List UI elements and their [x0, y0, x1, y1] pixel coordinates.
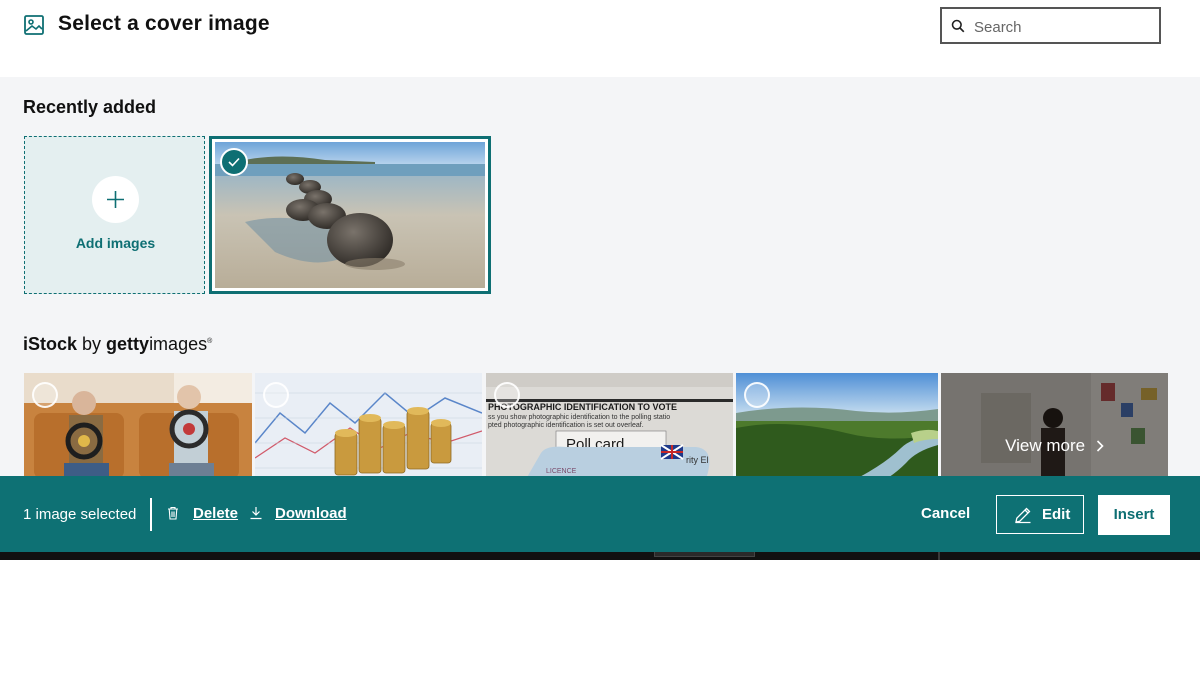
edit-button[interactable]: Edit: [996, 495, 1084, 534]
seniors-driving-photo: [24, 373, 252, 477]
registered-mark: ®: [207, 338, 213, 345]
recent-image-tile[interactable]: [209, 136, 491, 294]
istock-brand: iStock: [23, 334, 78, 354]
view-more-overlay: [941, 373, 1168, 477]
selection-count: 1 image selected: [23, 506, 137, 523]
insert-label: Insert: [1113, 506, 1155, 523]
footer-divider: [150, 498, 152, 531]
download-icon: [250, 507, 262, 520]
poll-card-photo: PHOTOGRAPHIC IDENTIFICATION TO VOTE ss y…: [486, 373, 733, 477]
select-circle[interactable]: [263, 382, 289, 408]
strip-divider: [938, 552, 940, 560]
view-more-text: View more: [1005, 436, 1086, 455]
stock-image-tile[interactable]: PHOTOGRAPHIC IDENTIFICATION TO VOTE ss y…: [486, 373, 733, 477]
image-picker-content: Recently added Add images iStock by gett…: [0, 77, 1200, 477]
getty-brand: getty: [106, 334, 150, 354]
image-icon: [24, 15, 44, 35]
stock-image-tile[interactable]: [255, 373, 482, 477]
download-button[interactable]: Download: [275, 505, 347, 522]
insert-button[interactable]: Insert: [1098, 495, 1170, 535]
images-brand: images: [149, 334, 208, 354]
select-circle[interactable]: [494, 382, 520, 408]
chevron-right-icon: [1096, 440, 1104, 452]
svg-text:pted photographic identificati: pted photographic identification is set …: [488, 422, 644, 429]
recently-added-heading: Recently added: [23, 97, 157, 117]
add-circle: [92, 176, 139, 223]
svg-text:LICENCE: LICENCE: [546, 468, 577, 475]
search-icon: [951, 19, 965, 33]
selection-footer-bar: 1 image selected Delete Download Cancel …: [0, 476, 1200, 553]
coins-chart-photo: [255, 373, 482, 477]
beach-boulders-photo: [215, 142, 485, 288]
stock-image-tile[interactable]: [24, 373, 252, 477]
trash-icon: [168, 506, 178, 520]
bottom-strip: [0, 552, 1200, 560]
plus-icon: [107, 191, 124, 208]
search-box[interactable]: [940, 7, 1161, 44]
add-images-button[interactable]: Add images: [24, 136, 205, 294]
view-more-label: View more: [941, 436, 1168, 456]
add-images-label: Add images: [75, 235, 156, 251]
view-more-tile[interactable]: View more: [941, 373, 1168, 477]
selected-check[interactable]: [220, 148, 248, 176]
select-circle[interactable]: [32, 382, 58, 408]
select-circle[interactable]: [744, 382, 770, 408]
svg-text:rity El: rity El: [686, 455, 709, 465]
stock-image-tile[interactable]: [736, 373, 938, 477]
dialog-title: Select a cover image: [58, 12, 270, 35]
search-input[interactable]: [974, 17, 1154, 37]
dialog-header: Select a cover image: [0, 0, 1200, 77]
cancel-button[interactable]: Cancel: [921, 505, 970, 522]
strip-tab: [654, 552, 755, 557]
edit-label: Edit: [1042, 506, 1071, 523]
pencil-icon: [1015, 507, 1031, 524]
checkmark-icon: [228, 157, 240, 167]
delete-button[interactable]: Delete: [193, 505, 238, 522]
svg-text:ss you show photographic ident: ss you show photographic identification …: [488, 414, 670, 421]
istock-by: by: [77, 334, 107, 354]
istock-heading: iStock by gettyimages®: [23, 334, 212, 355]
